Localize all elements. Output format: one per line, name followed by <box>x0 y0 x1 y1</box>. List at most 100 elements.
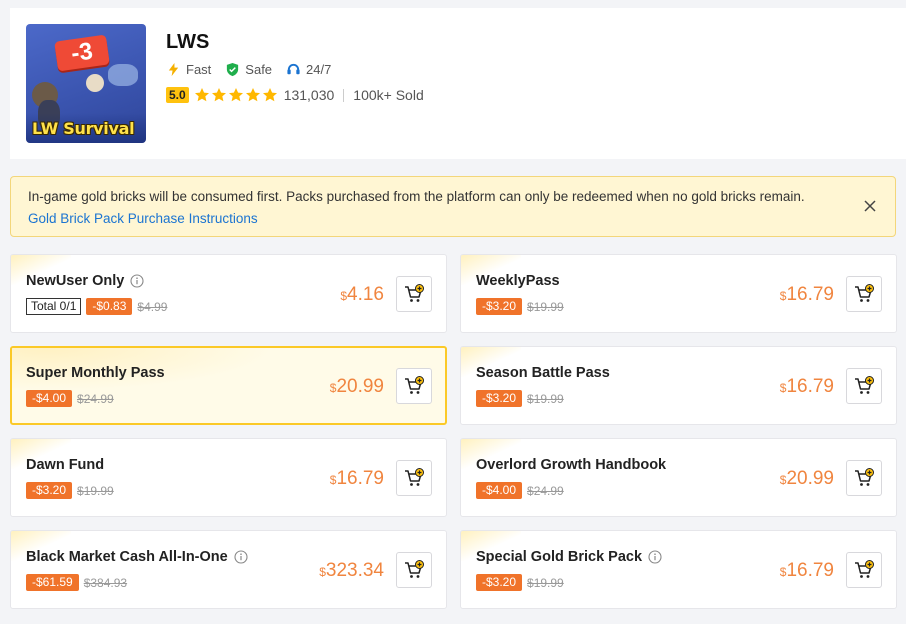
game-cover-image[interactable]: -3 LW Survival <box>26 24 146 143</box>
cart-plus-icon <box>405 376 424 394</box>
product-name: WeeklyPass <box>476 273 560 289</box>
cart-plus-icon <box>405 284 424 302</box>
add-to-cart-button[interactable] <box>396 276 432 312</box>
product-name-row: Overlord Growth Handbook <box>476 457 666 473</box>
divider <box>343 88 345 102</box>
discount-badge: -$61.59 <box>26 574 79 591</box>
currency-symbol: $ <box>319 565 326 579</box>
add-to-cart-button[interactable] <box>396 460 432 496</box>
star-icon <box>211 88 226 102</box>
add-to-cart-button[interactable] <box>846 276 882 312</box>
price-value: 323.34 <box>325 560 384 581</box>
price-tags: -$3.20 $19.99 <box>26 482 114 499</box>
image-badge: -3 <box>54 34 110 72</box>
price-value: 20.99 <box>336 376 384 397</box>
headset-icon <box>287 63 300 75</box>
info-icon[interactable] <box>234 550 248 564</box>
add-to-cart-button[interactable] <box>846 552 882 588</box>
rating-score: 5.0 <box>166 87 189 103</box>
price-value: 16.79 <box>336 468 384 489</box>
product-name-row: WeeklyPass <box>476 273 560 289</box>
sale-price: $20.99 <box>330 376 384 398</box>
price-tags: -$61.59 $384.93 <box>26 574 127 591</box>
product-name: Dawn Fund <box>26 457 105 473</box>
app-header: -3 LW Survival LWS Fast Safe 24/7 5.0 13… <box>10 8 906 159</box>
cart-plus-icon <box>405 560 424 578</box>
feature-fast: Fast <box>166 62 211 77</box>
price-tags: -$4.00 $24.99 <box>476 482 564 499</box>
rating-stars <box>194 87 278 103</box>
discount-badge: -$3.20 <box>476 574 523 591</box>
feature-safe-label: Safe <box>245 62 273 77</box>
add-to-cart-button[interactable] <box>396 552 432 588</box>
original-price: $24.99 <box>527 483 564 498</box>
feature-support-label: 24/7 <box>306 62 332 77</box>
purchase-instructions-link[interactable]: Gold Brick Pack Purchase Instructions <box>28 211 258 226</box>
product-name: Super Monthly Pass <box>26 365 165 381</box>
product-name-row: Black Market Cash All-In-One <box>26 549 248 565</box>
product-card[interactable]: NewUser Only Total 0/1 -$0.83 $4.99 $4.1… <box>10 254 447 333</box>
cart-plus-icon <box>855 376 874 394</box>
product-name-row: NewUser Only <box>26 273 144 289</box>
discount-badge: -$3.20 <box>476 298 523 315</box>
lightning-icon <box>168 62 179 77</box>
app-title: LWS <box>166 31 210 53</box>
product-name-row: Super Monthly Pass <box>26 365 165 381</box>
sale-price: $20.99 <box>780 468 834 490</box>
add-to-cart-button[interactable] <box>846 368 882 404</box>
purchase-limit-badge: Total 0/1 <box>26 298 82 315</box>
product-card[interactable]: Season Battle Pass -$3.20 $19.99 $16.79 <box>460 346 897 425</box>
cart-plus-icon <box>405 468 424 486</box>
original-price: $4.99 <box>137 299 168 314</box>
product-name: Season Battle Pass <box>476 365 610 381</box>
shield-check-icon <box>227 62 239 77</box>
sale-price: $16.79 <box>330 468 384 490</box>
price-value: 4.16 <box>347 284 384 305</box>
add-to-cart-button[interactable] <box>396 368 432 404</box>
price-tags: Total 0/1 -$0.83 $4.99 <box>26 298 167 315</box>
close-icon[interactable] <box>861 197 879 215</box>
discount-badge: -$3.20 <box>476 390 523 407</box>
price-tags: -$4.00 $24.99 <box>26 390 114 407</box>
discount-badge: -$0.83 <box>86 298 133 315</box>
notice-banner: In-game gold bricks will be consumed fir… <box>10 176 896 237</box>
price-tags: -$3.20 $19.99 <box>476 298 564 315</box>
product-card[interactable]: WeeklyPass -$3.20 $19.99 $16.79 <box>460 254 897 333</box>
cart-plus-icon <box>855 560 874 578</box>
product-card[interactable]: Overlord Growth Handbook -$4.00 $24.99 $… <box>460 438 897 517</box>
feature-support: 24/7 <box>286 62 331 77</box>
discount-badge: -$4.00 <box>476 482 523 499</box>
sale-price: $16.79 <box>780 284 834 306</box>
sale-price: $16.79 <box>780 376 834 398</box>
discount-badge: -$4.00 <box>26 390 73 407</box>
feature-fast-label: Fast <box>186 62 212 77</box>
product-card[interactable]: Black Market Cash All-In-One -$61.59 $38… <box>10 530 447 609</box>
price-value: 16.79 <box>786 284 834 305</box>
star-icon <box>194 88 209 102</box>
product-card[interactable]: Special Gold Brick Pack -$3.20 $19.99 $1… <box>460 530 897 609</box>
info-icon[interactable] <box>130 274 144 288</box>
price-value: 16.79 <box>786 376 834 397</box>
original-price: $19.99 <box>527 575 564 590</box>
sale-price: $16.79 <box>780 560 834 582</box>
add-to-cart-button[interactable] <box>846 460 882 496</box>
product-name: Overlord Growth Handbook <box>476 457 667 473</box>
price-tags: -$3.20 $19.99 <box>476 390 564 407</box>
star-icon <box>245 88 260 102</box>
product-card[interactable]: Dawn Fund -$3.20 $19.99 $16.79 <box>10 438 447 517</box>
sold-count: 100k+ Sold <box>353 87 424 103</box>
review-count: 131,030 <box>283 87 335 103</box>
original-price: $384.93 <box>83 575 128 590</box>
product-card[interactable]: Super Monthly Pass -$4.00 $24.99 $20.99 <box>10 346 447 425</box>
product-name: NewUser Only <box>26 273 125 289</box>
cart-plus-icon <box>855 284 874 302</box>
product-name: Special Gold Brick Pack <box>476 549 643 565</box>
info-icon[interactable] <box>648 550 662 564</box>
sale-price: $323.34 <box>319 560 384 582</box>
rating-row: 5.0 131,030 100k+ Sold <box>166 87 424 103</box>
feature-list: Fast Safe 24/7 <box>166 62 331 77</box>
price-value: 20.99 <box>786 468 834 489</box>
original-price: $19.99 <box>527 391 564 406</box>
price-tags: -$3.20 $19.99 <box>476 574 564 591</box>
product-name: Black Market Cash All-In-One <box>26 549 228 565</box>
